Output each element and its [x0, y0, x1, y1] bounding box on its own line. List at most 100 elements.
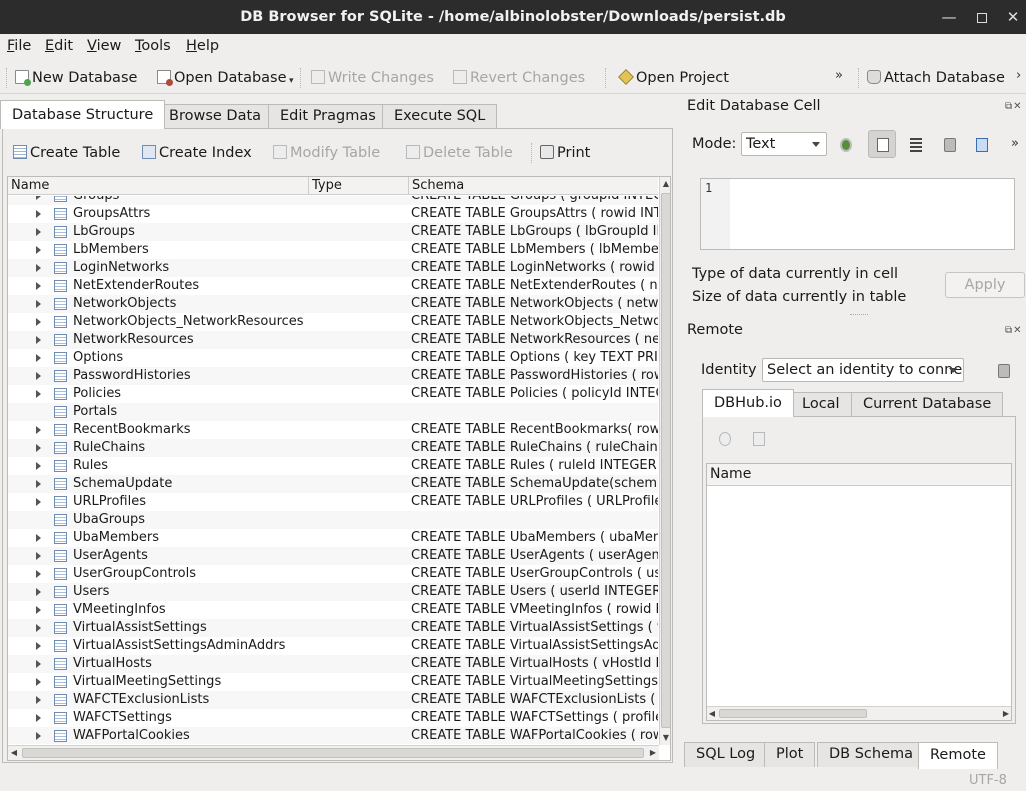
- tab-plot[interactable]: Plot: [764, 742, 816, 767]
- expand-arrow-icon[interactable]: [34, 331, 44, 349]
- expand-arrow-icon[interactable]: [34, 277, 44, 295]
- expand-arrow-icon[interactable]: [34, 223, 44, 241]
- scroll-right-icon[interactable]: ▶: [647, 746, 659, 760]
- horizontal-scrollbar[interactable]: ◀ ▶: [8, 745, 659, 760]
- expand-arrow-icon[interactable]: [34, 637, 44, 655]
- expand-arrow-icon[interactable]: [34, 205, 44, 223]
- scroll-left-icon[interactable]: ◀: [707, 707, 717, 720]
- create-index-button[interactable]: Create Index: [142, 141, 252, 165]
- scroll-down-icon[interactable]: ▼: [660, 731, 670, 745]
- table-row[interactable]: NetExtenderRoutes CREATE TABLE NetExtende…: [8, 277, 658, 295]
- scroll-up-icon[interactable]: ▲: [660, 177, 670, 191]
- print-button[interactable]: Print: [540, 141, 590, 165]
- table-row[interactable]: UbaGroups: [8, 511, 658, 529]
- tab-db-schema[interactable]: DB Schema: [817, 742, 926, 767]
- column-header-name[interactable]: Name: [707, 464, 1011, 486]
- expand-arrow-icon[interactable]: [34, 367, 44, 385]
- scroll-thumb[interactable]: [22, 748, 644, 758]
- table-row[interactable]: NetworkObjects_NetworkResources CREATE TA…: [8, 313, 658, 331]
- table-row[interactable]: SchemaUpdate CREATE TABLE SchemaUpdate(sc…: [8, 475, 658, 493]
- column-header-schema[interactable]: Schema: [409, 177, 658, 195]
- identity-settings-button[interactable]: [990, 357, 1018, 385]
- new-database-button[interactable]: New Database: [15, 66, 137, 90]
- table-row[interactable]: UserAgents CREATE TABLE UserAgents ( user…: [8, 547, 658, 565]
- tab-browse-data[interactable]: Browse Data: [157, 104, 274, 129]
- table-row[interactable]: WAFCTSettings CREATE TABLE WAFCTSettings …: [8, 709, 658, 727]
- minimize-button[interactable]: —: [934, 0, 964, 34]
- table-row[interactable]: PasswordHistories CREATE TABLE PasswordHi…: [8, 367, 658, 385]
- table-row[interactable]: Users CREATE TABLE Users ( userId INTEGER…: [8, 583, 658, 601]
- table-row[interactable]: VirtualAssistSettingsAdminAddrs CREATE TA…: [8, 637, 658, 655]
- open-project-button[interactable]: Open Project: [618, 66, 729, 90]
- expand-arrow-icon[interactable]: [34, 259, 44, 277]
- expand-arrow-icon[interactable]: [34, 727, 44, 744]
- table-row[interactable]: LoginNetworks CREATE TABLE LoginNetworks …: [8, 259, 658, 277]
- expand-arrow-icon[interactable]: [34, 295, 44, 313]
- expand-arrow-icon[interactable]: [34, 475, 44, 493]
- splitter-handle[interactable]: [850, 314, 868, 315]
- open-database-button[interactable]: Open Database: [157, 66, 287, 90]
- expand-arrow-icon[interactable]: [34, 547, 44, 565]
- horizontal-scrollbar[interactable]: ◀ ▶: [707, 706, 1011, 720]
- table-row[interactable]: VMeetingInfos CREATE TABLE VMeetingInfos …: [8, 601, 658, 619]
- identity-select[interactable]: Select an identity to connect: [762, 358, 964, 382]
- table-row[interactable]: UserGroupControls CREATE TABLE UserGroupC…: [8, 565, 658, 583]
- clone-button[interactable]: [745, 425, 773, 453]
- table-row[interactable]: UbaMembers CREATE TABLE UbaMembers ( ubaM…: [8, 529, 658, 547]
- table-row[interactable]: RuleChains CREATE TABLE RuleChains ( rule…: [8, 439, 658, 457]
- table-row[interactable]: URLProfiles CREATE TABLE URLProfiles ( UR…: [8, 493, 658, 511]
- toolbar-overflow-icon[interactable]: »: [835, 68, 843, 83]
- expand-arrow-icon[interactable]: [34, 313, 44, 331]
- table-row[interactable]: Groups CREATE TABLE Groups ( groupId INTE…: [8, 196, 658, 205]
- menu-view[interactable]: View: [87, 38, 121, 54]
- dock-float-close-icon[interactable]: ⧉✕: [1005, 325, 1023, 336]
- table-row[interactable]: WAFCTExclusionLists CREATE TABLE WAFCTExc…: [8, 691, 658, 709]
- tab-execute-sql[interactable]: Execute SQL: [382, 104, 498, 129]
- scroll-thumb[interactable]: [719, 709, 867, 718]
- expand-arrow-icon[interactable]: [34, 583, 44, 601]
- tab-current-database[interactable]: Current Database: [851, 392, 1004, 417]
- expand-arrow-icon[interactable]: [34, 601, 44, 619]
- menu-file[interactable]: File: [7, 38, 31, 54]
- auto-switch-mode-button[interactable]: [832, 131, 860, 159]
- expand-arrow-icon[interactable]: [34, 565, 44, 583]
- tab-remote[interactable]: Remote: [918, 742, 998, 769]
- cell-editor[interactable]: 1: [700, 178, 1015, 250]
- expand-arrow-icon[interactable]: [34, 709, 44, 727]
- schema-tree[interactable]: Name Type Schema Groups CREATE TABLE Grou…: [7, 176, 671, 761]
- dock-float-close-icon[interactable]: ⧉✕: [1005, 101, 1023, 112]
- tab-local[interactable]: Local: [790, 392, 852, 417]
- menu-edit[interactable]: Edit: [45, 38, 73, 54]
- menu-help[interactable]: Help: [186, 38, 219, 54]
- expand-arrow-icon[interactable]: [34, 619, 44, 637]
- expand-arrow-icon[interactable]: [34, 529, 44, 547]
- open-database-dropdown-icon[interactable]: ▾: [289, 76, 294, 86]
- expand-arrow-icon[interactable]: [34, 421, 44, 439]
- remote-table[interactable]: Name ◀ ▶: [706, 463, 1012, 721]
- mode-select[interactable]: Text: [741, 132, 827, 156]
- expand-arrow-icon[interactable]: [34, 655, 44, 673]
- tab-sql-log[interactable]: SQL Log: [684, 742, 768, 767]
- expand-arrow-icon[interactable]: [34, 691, 44, 709]
- table-row[interactable]: NetworkResources CREATE TABLE NetworkReso…: [8, 331, 658, 349]
- scroll-thumb[interactable]: [661, 193, 670, 728]
- expand-arrow-icon[interactable]: [34, 439, 44, 457]
- expand-arrow-icon[interactable]: [34, 385, 44, 403]
- modify-table-button[interactable]: Modify Table: [273, 141, 380, 165]
- write-changes-button[interactable]: Write Changes: [311, 66, 434, 90]
- table-row[interactable]: NetworkObjects CREATE TABLE NetworkObject…: [8, 295, 658, 313]
- indent-button[interactable]: [902, 131, 930, 159]
- import-button[interactable]: [936, 131, 964, 159]
- table-row[interactable]: RecentBookmarks CREATE TABLE RecentBookma…: [8, 421, 658, 439]
- table-row[interactable]: VirtualHosts CREATE TABLE VirtualHosts ( …: [8, 655, 658, 673]
- toolbar-overflow-icon-2[interactable]: ›: [1016, 68, 1021, 83]
- close-button[interactable]: ✕: [998, 0, 1026, 34]
- scroll-left-icon[interactable]: ◀: [8, 746, 20, 760]
- column-header-type[interactable]: Type: [309, 177, 409, 195]
- table-row[interactable]: Rules CREATE TABLE Rules ( ruleId INTEGER…: [8, 457, 658, 475]
- scroll-right-icon[interactable]: ▶: [1001, 707, 1011, 720]
- table-row[interactable]: Policies CREATE TABLE Policies ( policyId…: [8, 385, 658, 403]
- tab-database-structure[interactable]: Database Structure: [0, 100, 166, 129]
- table-row[interactable]: LbGroups CREATE TABLE LbGroups ( lbGroupI…: [8, 223, 658, 241]
- export-button[interactable]: [968, 131, 996, 159]
